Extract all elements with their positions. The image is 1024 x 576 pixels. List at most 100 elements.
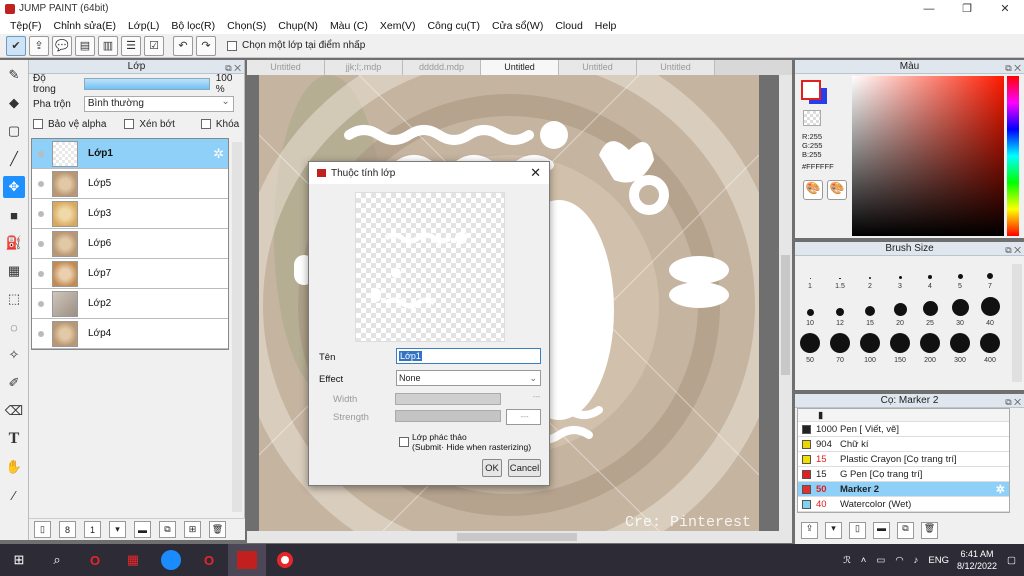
lock-checkbox[interactable] [200, 119, 211, 129]
brush-delete-icon[interactable]: 🗑 [921, 522, 938, 539]
battery-icon[interactable]: ▭ [876, 555, 885, 566]
rectangle-tool-icon[interactable]: ▢ [3, 120, 25, 142]
dialog-close-icon[interactable]: ✕ [530, 165, 541, 181]
check-icon[interactable]: ✔ [6, 35, 26, 56]
visibility-icon[interactable] [38, 210, 44, 217]
opera-icon[interactable]: O [76, 544, 114, 576]
brush-list-item[interactable]: 15 Plastic Crayon [Cọ trang trí] [798, 452, 1009, 467]
new-layer-icon[interactable]: ▯ [34, 521, 51, 538]
menu-layer[interactable]: Lớp(L) [122, 20, 165, 32]
layer-row[interactable]: Lớp3 [32, 199, 228, 229]
page-icon[interactable]: ▥ [98, 35, 118, 56]
brush-size-option[interactable]: 200 [915, 327, 945, 364]
palette-icon[interactable]: 🎨 [803, 180, 823, 200]
brush-size-option[interactable]: 2 [855, 262, 885, 290]
brush-size-option[interactable]: 1 [795, 262, 825, 290]
app-grid-icon[interactable]: ▦ [114, 544, 152, 576]
brush-size-option[interactable]: 5 [945, 262, 975, 290]
menu-edit[interactable]: Chỉnh sửa(E) [48, 20, 122, 32]
menu-window[interactable]: Cửa sổ(W) [486, 20, 549, 32]
document-tab[interactable]: Untitled [637, 60, 715, 75]
language-indicator[interactable]: ENG [928, 555, 949, 566]
clock[interactable]: 6:41 AM 8/12/2022 [957, 548, 997, 572]
cancel-button[interactable]: Cancel [508, 459, 541, 477]
menu-select[interactable]: Chọn(S) [221, 20, 272, 32]
select-layer-on-click-option[interactable]: Chọn một lớp tại điểm nhấp [227, 40, 365, 51]
brush-size-option[interactable]: 15 [855, 290, 885, 327]
volume-icon[interactable]: ♪ [914, 555, 919, 566]
brush-size-option[interactable]: 25 [915, 290, 945, 327]
layer-row[interactable]: Lớp7 [32, 259, 228, 289]
brush-size-option[interactable]: 40 [975, 290, 1005, 327]
record-icon[interactable] [266, 544, 304, 576]
visibility-icon[interactable] [38, 330, 44, 337]
visibility-icon[interactable] [38, 240, 44, 247]
select-layer-checkbox[interactable] [227, 40, 237, 51]
menu-filter[interactable]: Bộ lọc(R) [165, 20, 221, 32]
visibility-icon[interactable] [38, 180, 44, 187]
transparent-color-swatch[interactable] [803, 110, 821, 126]
layer-row[interactable]: Lớp5 [32, 169, 228, 199]
hand-tool-icon[interactable]: ✋ [3, 456, 25, 478]
text-tool-icon[interactable]: T [3, 428, 25, 450]
layer-row[interactable]: Lớp4 [32, 319, 228, 349]
gear-icon[interactable]: ✲ [213, 146, 224, 162]
delete-layer-icon[interactable]: 🗑 [209, 521, 226, 538]
new-halftone-layer-icon[interactable]: 8 [59, 521, 76, 538]
panel-float-close-icons[interactable]: ⧉ ✕ [225, 61, 241, 75]
canvas-vertical-scrollbar[interactable] [779, 75, 792, 531]
brush-tool-icon[interactable]: ✎ [3, 64, 25, 86]
bucket-tool-icon[interactable]: ⛽ [3, 232, 25, 254]
menu-help[interactable]: Help [589, 20, 623, 32]
list-icon[interactable]: ☰ [121, 35, 141, 56]
effect-select[interactable]: None ⌄ [396, 370, 541, 386]
blend-mode-select[interactable]: Bình thường [83, 95, 234, 112]
people-icon[interactable]: ℛ [843, 555, 851, 566]
gradient-tool-icon[interactable]: ▦ [3, 260, 25, 282]
canvas-horizontal-scrollbar[interactable] [247, 531, 792, 543]
menu-tools[interactable]: Công cụ(T) [421, 20, 486, 32]
new-1bit-layer-icon[interactable]: 1 [84, 521, 101, 538]
brush-size-option[interactable]: 1.5 [825, 262, 855, 290]
menu-color[interactable]: Màu (C) [324, 20, 374, 32]
brush-size-option[interactable]: 12 [825, 290, 855, 327]
ok-button[interactable]: OK [482, 459, 502, 477]
brush-duplicate-icon[interactable]: ⧉ [897, 522, 914, 539]
brush-size-option[interactable]: 100 [855, 327, 885, 364]
visibility-icon[interactable] [38, 270, 44, 277]
brush-size-option[interactable]: 10 [795, 290, 825, 327]
layer-list-scrollbar[interactable] [232, 142, 242, 512]
folder-icon[interactable]: ▬ [134, 521, 151, 538]
brush-size-option[interactable]: 400 [975, 327, 1005, 364]
brush-size-option[interactable]: 30 [945, 290, 975, 327]
checklist-icon[interactable]: ☑ [144, 35, 164, 56]
duplicate-layer-icon[interactable]: ⧉ [159, 521, 176, 538]
eyedropper-tool-icon[interactable]: ⁄ [3, 484, 25, 506]
layer-row[interactable]: Lớp2 [32, 289, 228, 319]
fill-rect-tool-icon[interactable]: ■ [3, 204, 25, 226]
panel-float-close-icons[interactable]: ⧉ ✕ [1005, 243, 1021, 257]
eraser-tool-icon[interactable]: ◆ [3, 92, 25, 114]
brush-list-item[interactable]: 40 Watercolor (Wet) [798, 497, 1009, 512]
saturation-value-picker[interactable] [852, 76, 1004, 236]
document-tab[interactable]: jjk;l;.mdp [325, 60, 403, 75]
magic-wand-tool-icon[interactable]: ✧ [3, 344, 25, 366]
panel-float-close-icons[interactable]: ⧉ ✕ [1005, 61, 1021, 75]
comment-icon[interactable]: 💬 [52, 35, 72, 56]
export-icon[interactable]: ⇪ [29, 35, 49, 56]
minimize-button[interactable]: — [910, 0, 948, 17]
layer-name-input[interactable]: Lớp1 [396, 348, 541, 364]
chevron-up-icon[interactable]: ˄ [861, 555, 867, 566]
visibility-icon[interactable] [38, 300, 44, 307]
close-button[interactable]: ✕ [986, 0, 1024, 17]
brush-size-option[interactable]: 300 [945, 327, 975, 364]
add-layer-menu-icon[interactable]: ▾ [109, 521, 126, 538]
brush-page-icon[interactable]: ▯ [849, 522, 866, 539]
brush-size-option[interactable]: 20 [885, 290, 915, 327]
brush-list-item[interactable]: 15 G Pen [Cọ trang trí] [798, 467, 1009, 482]
brush-size-option[interactable]: 7 [975, 262, 1005, 290]
notification-icon[interactable]: ▢ [1007, 555, 1016, 566]
brush-size-option[interactable]: 50 [795, 327, 825, 364]
move-tool-icon[interactable]: ✥ [3, 176, 25, 198]
line-tool-icon[interactable]: ╱ [3, 148, 25, 170]
